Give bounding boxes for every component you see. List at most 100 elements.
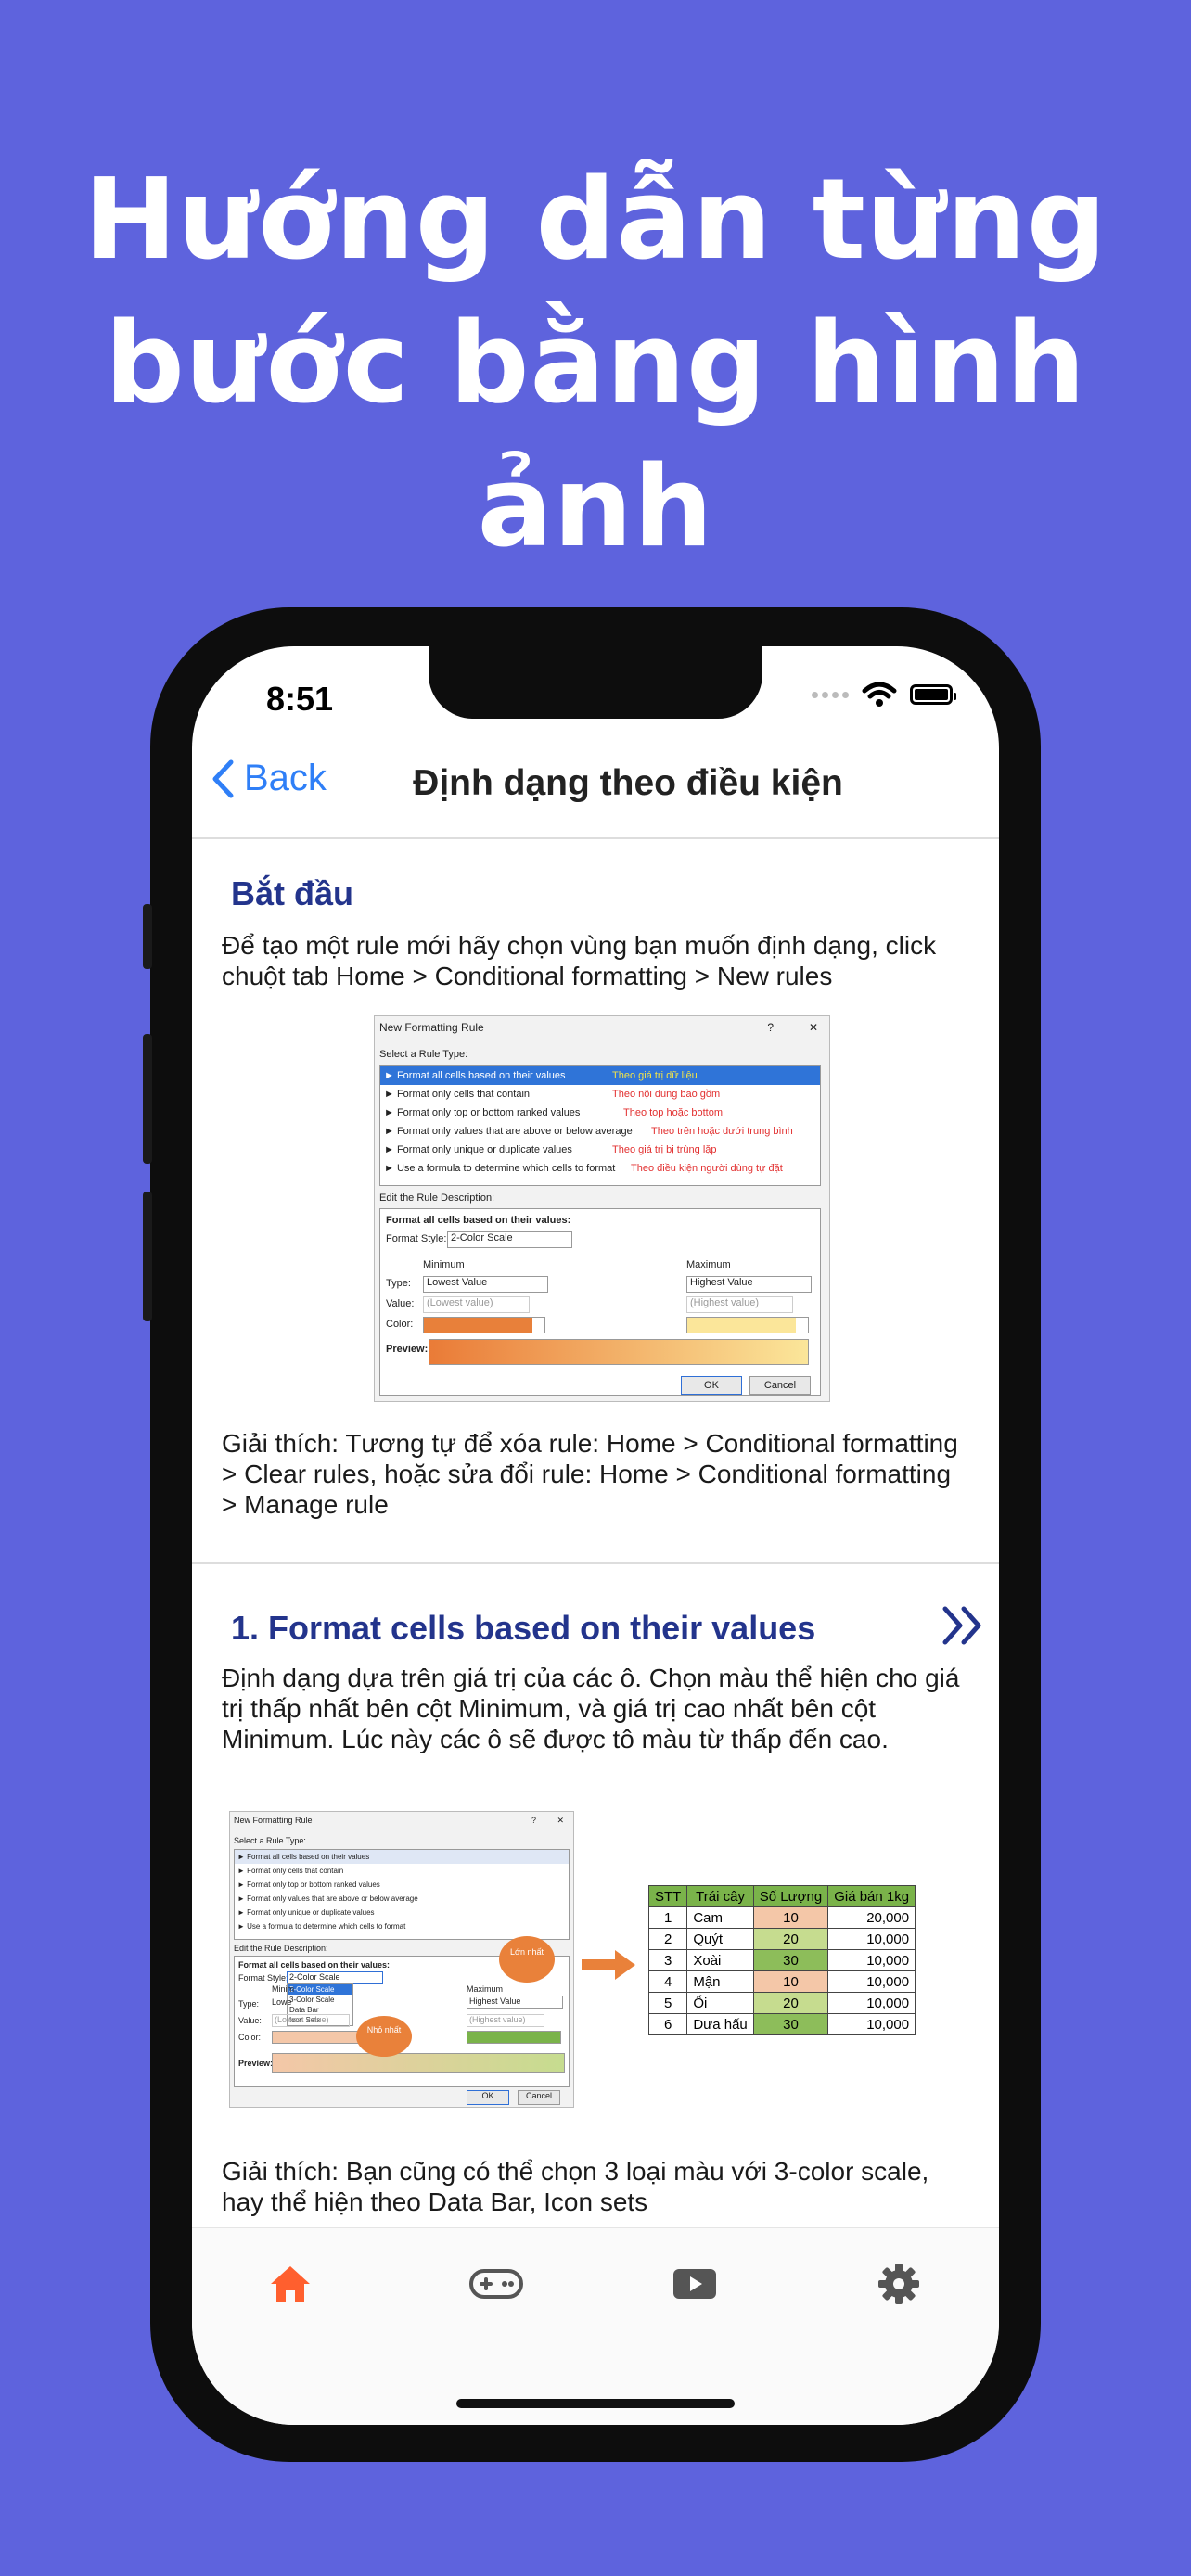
help-icon: ? (767, 1021, 774, 1034)
table-cell: Dưa hấu (686, 2013, 754, 2035)
table-cell: 10 (752, 1970, 829, 1993)
ok-button: OK (681, 1376, 742, 1395)
rule-type-item: ► Format only top or bottom ranked value… (237, 1881, 380, 1889)
table-row: 3 Xoài 30 10,000 (647, 1949, 916, 1971)
rule-type-note: Theo điều kiện người dùng tự đặt (631, 1163, 783, 1174)
tab-home[interactable] (263, 2256, 318, 2312)
rule-type-item: ► Format all cells based on their values… (380, 1066, 820, 1085)
format-style-select: 2-Color Scale (447, 1231, 572, 1248)
rule-type-item: ► Format all cells based on their values (235, 1850, 569, 1864)
table-cell: Ổi (686, 1992, 754, 2014)
table-cell: 10,000 (827, 1970, 916, 1993)
dialog2-min-color (272, 2031, 366, 2044)
dialog2-value-label: Value: (238, 2016, 262, 2025)
table-cell: 20,000 (827, 1906, 916, 1929)
section-1-explain: Giải thích: Bạn cũng có thể chọn 3 loại … (222, 2157, 929, 2216)
min-value-input: (Lowest value) (423, 1296, 530, 1313)
dialog2-minimum-label: Minim (272, 1984, 294, 1994)
rule-type-note: Theo giá trị dữ liệu (612, 1070, 698, 1081)
table-cell: 30 (752, 1949, 829, 1971)
tab-settings[interactable] (871, 2256, 927, 2312)
dialog2-cancel-button: Cancel (518, 2090, 560, 2105)
min-type-select: Lowest Value (423, 1276, 548, 1293)
table-cell: 10,000 (827, 1992, 916, 2014)
table-cell: 3 (647, 1949, 688, 1971)
cancel-button: Cancel (749, 1376, 811, 1395)
max-value-input: (Highest value) (686, 1296, 793, 1313)
close-icon: ✕ (808, 1021, 818, 1034)
arrow-right-icon (582, 1950, 635, 1980)
dialog2-maximum-label: Maximum (467, 1984, 504, 1994)
dialog2-format-style-select: 2-Color Scale (287, 1971, 383, 1984)
table-cell: 1 (647, 1906, 688, 1929)
table-row: 5 Ổi 20 10,000 (647, 1992, 916, 2014)
rule-type-note: Theo top hoặc bottom (623, 1107, 724, 1118)
table-cell: 4 (647, 1970, 688, 1993)
hero-line-2: bước bằng hình ảnh (104, 300, 1087, 572)
notch (429, 646, 762, 719)
table-cell: Mận (686, 1970, 754, 1993)
dialog2-edit-desc-label: Edit the Rule Description: (234, 1944, 328, 1953)
formatting-rule-dialog-image: New Formatting Rule ? ✕ Select a Rule Ty… (374, 1015, 830, 1402)
rule-type-item: ► Format only unique or duplicate values… (380, 1141, 820, 1159)
battery-icon (910, 684, 956, 705)
table-cell: 30 (752, 2013, 829, 2035)
page-title: Định dạng theo điều kiện (413, 763, 843, 803)
edit-desc-label: Edit the Rule Description: (379, 1192, 495, 1204)
rule-type-note: Theo trên hoặc dưới trung bình (651, 1126, 793, 1137)
table-cell: Cam (686, 1906, 754, 1929)
table-cell: Xoài (686, 1949, 754, 1971)
table-row: 4 Mận 10 10,000 (647, 1970, 916, 1993)
tab-videos[interactable] (667, 2256, 723, 2312)
tab-games[interactable] (468, 2256, 524, 2312)
table-cell: 10 (752, 1906, 829, 1929)
phone-frame: 8:51 Back Định dạng theo điều kiện Bắt đ… (143, 607, 1041, 2462)
rule-type-note: Theo giá trị bị trùng lặp (612, 1144, 717, 1155)
section-heading-start: Bắt đầu (231, 874, 354, 912)
status-icons (812, 682, 956, 708)
callout-lowest: Nhỏ nhất (356, 2016, 412, 2057)
rule-type-label: ► Format only unique or duplicate values (384, 1144, 572, 1155)
gamepad-icon (469, 2269, 523, 2299)
rule-type-item: ► Use a formula to determine which cells… (237, 1922, 406, 1931)
dialog2-min-value: (Lowest value) (272, 2014, 350, 2027)
scroll-content[interactable]: Bắt đầu Để tạo một rule mới hãy chọn vùn… (192, 839, 999, 2230)
rule-type-label: ► Format all cells based on their values (384, 1070, 566, 1081)
wifi-icon (862, 682, 897, 707)
rule-type-label: ► Use a formula to determine which cells… (384, 1163, 616, 1174)
rule-type-list: ► Format all cells based on their values… (379, 1065, 821, 1186)
dialog2-help-icon: ? (531, 1816, 536, 1825)
table-cell: 10,000 (827, 1928, 916, 1950)
value-label: Value: (386, 1298, 415, 1309)
dialog2-min-type: Lowe (272, 1997, 292, 2007)
dialog2-preview-gradient (272, 2053, 565, 2073)
table-row: 6 Dưa hấu 30 10,000 (647, 2013, 916, 2035)
double-chevron-right-icon[interactable] (941, 1605, 986, 1646)
rule-type-note: Theo nội dung bao gồm (612, 1089, 721, 1100)
dialog2-max-value: (Highest value) (467, 2014, 544, 2027)
section-divider (192, 1562, 999, 1564)
video-play-icon (673, 2269, 716, 2299)
format-style-label: Format Style: (386, 1233, 447, 1244)
color-label: Color: (386, 1319, 414, 1330)
status-time: 8:51 (266, 680, 334, 718)
style-option: 2-Color Scale (288, 1984, 352, 1995)
rule-type-label: ► Format only values that are above or b… (384, 1126, 633, 1137)
table-row: 2 Quýt 20 10,000 (647, 1928, 916, 1950)
max-type-select: Highest Value (686, 1276, 812, 1293)
hero-line-1: Hướng dẫn từng (83, 156, 1108, 285)
rule-type-item: ► Format only top or bottom ranked value… (380, 1103, 820, 1122)
type-label: Type: (386, 1278, 411, 1289)
hero-title: Hướng dẫn từng bước bằng hình ảnh (0, 148, 1191, 580)
dialog2-color-label: Color: (238, 2033, 262, 2042)
dialog2-ok-button: OK (467, 2090, 509, 2105)
mute-switch (143, 904, 152, 969)
table-row: 1 Cam 10 20,000 (647, 1906, 916, 1929)
section-start-explain: Giải thích: Tương tự để xóa rule: Home >… (222, 1429, 958, 1519)
rule-type-label: Select a Rule Type: (379, 1049, 468, 1060)
format-all-label: Format all cells based on their values: (386, 1215, 571, 1226)
dialog2-format-style-label: Format Style: (238, 1973, 288, 1983)
home-indicator (456, 2399, 735, 2408)
rule-type-item: ► Format only values that are above or b… (237, 1894, 418, 1903)
rule-type-label: ► Format only top or bottom ranked value… (384, 1107, 581, 1118)
